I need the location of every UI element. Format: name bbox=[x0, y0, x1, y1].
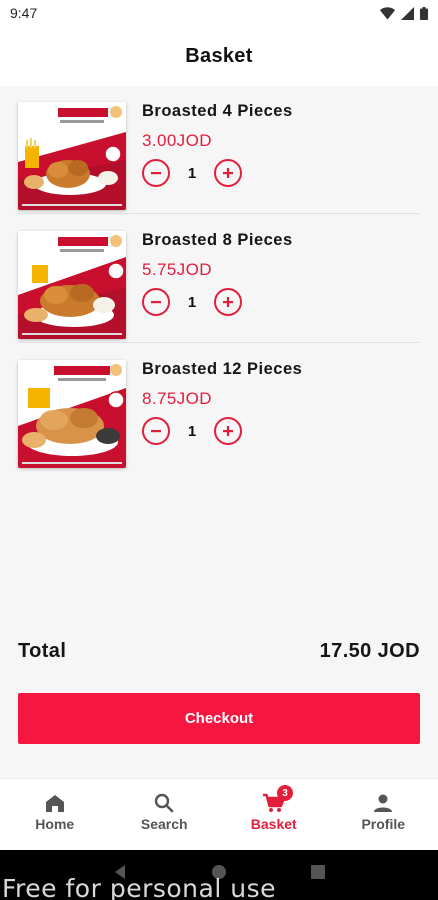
app-header: Basket bbox=[0, 26, 438, 86]
home-icon bbox=[45, 795, 64, 812]
increase-button[interactable] bbox=[214, 288, 242, 316]
status-icons bbox=[380, 6, 428, 20]
person-icon bbox=[374, 794, 393, 812]
watermark-text: Free for personal use bbox=[2, 874, 276, 900]
nav-home[interactable]: Home bbox=[0, 779, 110, 850]
decrease-button[interactable] bbox=[142, 159, 170, 187]
wifi-icon bbox=[380, 6, 395, 20]
nav-profile[interactable]: Profile bbox=[329, 779, 438, 850]
nav-label: Home bbox=[35, 816, 75, 832]
minus-icon bbox=[151, 301, 161, 304]
cart-badge: 3 bbox=[277, 785, 293, 801]
quantity-stepper: 1 bbox=[142, 288, 293, 316]
item-price: 3.00JOD bbox=[142, 131, 212, 150]
item-divider bbox=[18, 213, 420, 214]
signal-icon bbox=[401, 6, 414, 20]
nav-label: Search bbox=[140, 816, 188, 832]
total-value: 17.50 JOD bbox=[319, 640, 420, 662]
item-price: 8.75JOD bbox=[142, 389, 212, 408]
nav-label: Basket bbox=[250, 816, 297, 832]
quantity-stepper: 1 bbox=[142, 417, 302, 445]
quantity-value: 1 bbox=[187, 422, 197, 440]
increase-button[interactable] bbox=[214, 417, 242, 445]
search-icon bbox=[155, 793, 174, 813]
basket-item: Broasted 12 Pieces 8.75JOD 1 bbox=[18, 344, 420, 472]
increase-button[interactable] bbox=[214, 159, 242, 187]
item-price: 5.75JOD bbox=[142, 260, 212, 279]
product-image[interactable] bbox=[18, 231, 126, 339]
basket-item: Broasted 4 Pieces 3.00JOD 1 bbox=[18, 86, 420, 214]
minus-icon bbox=[151, 430, 161, 433]
item-name: Broasted 4 Pieces bbox=[142, 102, 293, 120]
plus-icon bbox=[223, 168, 233, 178]
system-nav-bar: Free for personal use bbox=[0, 850, 438, 900]
plus-icon bbox=[223, 297, 233, 307]
status-time: 9:47 bbox=[10, 5, 38, 21]
recents-icon[interactable] bbox=[310, 864, 326, 880]
page-title: Basket bbox=[185, 44, 253, 67]
bottom-nav: Home Search 3 Basket Profile bbox=[0, 778, 438, 850]
minus-icon bbox=[151, 172, 161, 175]
decrease-button[interactable] bbox=[142, 417, 170, 445]
plus-icon bbox=[223, 426, 233, 436]
battery-icon bbox=[420, 6, 428, 20]
item-name: Broasted 12 Pieces bbox=[142, 360, 303, 378]
product-image[interactable] bbox=[18, 102, 126, 210]
item-divider bbox=[18, 342, 420, 343]
product-image[interactable] bbox=[18, 360, 126, 468]
quantity-stepper: 1 bbox=[142, 159, 293, 187]
total-label: Total bbox=[18, 640, 67, 662]
item-name: Broasted 8 Pieces bbox=[142, 231, 293, 249]
total-row: Total 17.50 JOD bbox=[18, 640, 420, 663]
status-bar: 9:47 bbox=[0, 0, 438, 26]
basket-item: Broasted 8 Pieces 5.75JOD 1 bbox=[18, 215, 420, 343]
nav-basket[interactable]: 3 Basket bbox=[219, 779, 329, 850]
quantity-value: 1 bbox=[187, 293, 197, 311]
decrease-button[interactable] bbox=[142, 288, 170, 316]
checkout-button[interactable]: Checkout bbox=[18, 693, 420, 744]
nav-label: Profile bbox=[361, 816, 406, 832]
nav-search[interactable]: Search bbox=[110, 779, 220, 850]
quantity-value: 1 bbox=[187, 164, 197, 182]
